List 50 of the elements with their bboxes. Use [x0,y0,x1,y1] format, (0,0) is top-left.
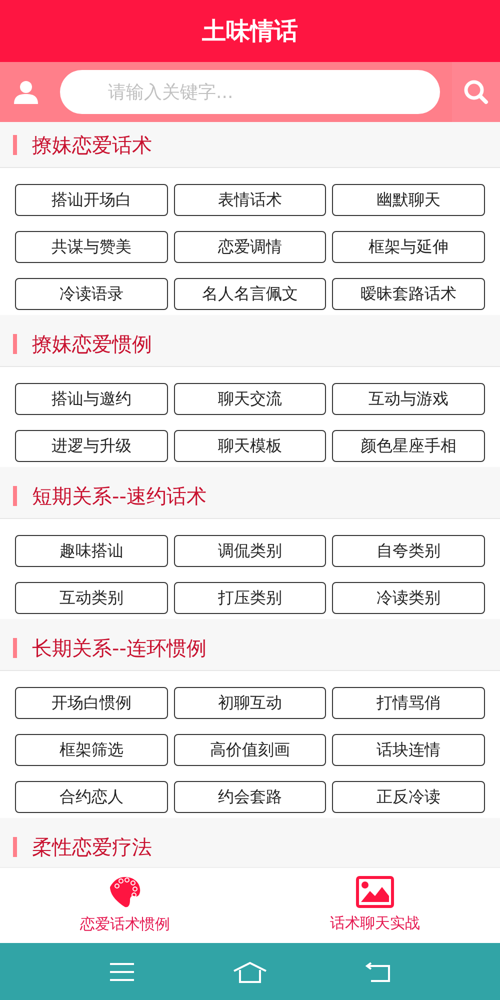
category-button[interactable]: 表情话术 [174,184,326,216]
category-button[interactable]: 颜色星座手相 [332,430,485,462]
category-button[interactable]: 框架与延伸 [332,231,485,263]
category-button[interactable]: 幽默聊天 [332,184,485,216]
section-title: 撩妹恋爱话术 [32,132,152,158]
category-button[interactable]: 打情骂俏 [332,687,485,719]
section-title: 柔性恋爱疗法 [32,834,152,860]
bottom-tab[interactable]: 恋爱话术惯例 [0,868,250,943]
category-button[interactable]: 共谋与赞美 [15,231,168,263]
category-button[interactable]: 互动与游戏 [332,383,485,415]
category-button[interactable]: 互动类别 [15,582,168,614]
palette-icon [108,875,142,910]
section-title: 长期关系--连环惯例 [32,634,206,662]
app-title: 土味情话 [202,16,298,47]
bottom-tab[interactable]: 话术聊天实战 [250,868,500,943]
category-button[interactable]: 开场白惯例 [15,687,168,719]
category-button[interactable]: 高价值刻画 [174,734,326,766]
section-marker [13,836,17,856]
category-button[interactable]: 冷读类别 [332,582,485,614]
category-button[interactable]: 打压类别 [174,582,326,614]
category-button[interactable]: 冷读语录 [15,278,168,310]
category-button[interactable]: 聊天交流 [174,383,326,415]
category-button[interactable]: 初聊互动 [174,687,326,719]
category-button[interactable]: 正反冷读 [332,781,485,813]
category-button[interactable]: 名人名言佩文 [174,278,326,310]
category-button[interactable]: 搭讪与邀约 [15,383,168,415]
section-title: 短期关系--速约话术 [32,482,206,510]
search-icon[interactable] [452,62,500,122]
category-button[interactable]: 恋爱调情 [174,231,326,263]
image-icon [356,876,394,908]
category-button[interactable]: 暧昧套路话术 [332,278,485,310]
back-icon[interactable] [365,960,391,982]
category-button[interactable]: 框架筛选 [15,734,168,766]
section-marker [13,638,17,658]
section-marker [13,134,17,154]
home-icon[interactable] [233,960,267,982]
search-field[interactable]: 请输入关键字... [60,70,440,114]
category-button[interactable]: 进逻与升级 [15,430,168,462]
category-button[interactable]: 话块连情 [332,734,485,766]
category-button[interactable]: 合约恋人 [15,781,168,813]
menu-icon[interactable] [109,962,135,982]
section-marker [13,486,17,506]
category-button[interactable]: 搭讪开场白 [15,184,168,216]
category-button[interactable]: 调侃类别 [174,535,326,567]
category-button[interactable]: 约会套路 [174,781,326,813]
category-button[interactable]: 聊天模板 [174,430,326,462]
category-button[interactable]: 自夸类别 [332,535,485,567]
section-marker [13,334,17,354]
category-button[interactable]: 趣味搭讪 [15,535,168,567]
section-title: 撩妹恋爱惯例 [32,330,152,358]
